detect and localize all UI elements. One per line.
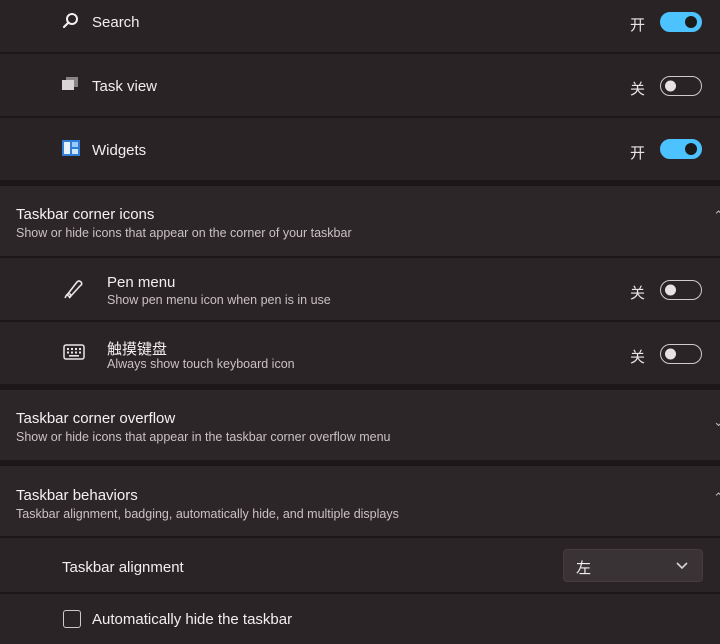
section-description: Taskbar alignment, badging, automaticall… (16, 507, 399, 521)
widgets-icon (62, 140, 80, 156)
section-title: Taskbar behaviors (16, 487, 138, 504)
touch-keyboard-description: Always show touch keyboard icon (107, 357, 295, 371)
taskbar-alignment-dropdown[interactable]: 左 (563, 549, 703, 582)
pen-menu-setting-row: Pen menu Show pen menu icon when pen is … (0, 258, 720, 320)
pen-menu-toggle[interactable] (660, 280, 702, 300)
taskbar-corner-overflow-section[interactable]: Taskbar corner overflow Show or hide ico… (0, 390, 720, 460)
widgets-toggle[interactable] (660, 139, 702, 159)
autohide-label[interactable]: Automatically hide the taskbar (92, 611, 292, 628)
chevron-down-icon[interactable]: ⌄ (713, 414, 720, 430)
search-label: Search (92, 14, 140, 31)
task-view-setting-row: Task view 关 (0, 54, 720, 116)
widgets-label: Widgets (92, 142, 147, 159)
touch-keyboard-toggle[interactable] (660, 344, 702, 364)
search-icon (62, 13, 78, 29)
task-view-label: Task view (92, 78, 158, 95)
section-title: Taskbar corner overflow (16, 410, 176, 427)
widgets-setting-row: Widgets 开 (0, 118, 720, 180)
taskbar-alignment-label: Taskbar alignment (62, 559, 184, 576)
search-toggle[interactable] (660, 12, 702, 32)
dropdown-value: 左 (576, 560, 592, 577)
search-state-text: 开 (630, 17, 646, 34)
task-view-toggle[interactable] (660, 76, 702, 96)
autohide-row: Automatically hide the taskbar (0, 594, 720, 644)
task-view-icon (62, 77, 78, 90)
keyboard-icon (63, 344, 85, 360)
taskbar-behaviors-section[interactable]: Taskbar behaviors Taskbar alignment, bad… (0, 466, 720, 536)
pen-menu-state-text: 关 (630, 285, 646, 302)
touch-keyboard-setting-row: 触摸键盘 Always show touch keyboard icon 关 (0, 322, 720, 384)
chevron-up-icon[interactable]: ⌃ (713, 490, 720, 506)
section-description: Show or hide icons that appear on the co… (16, 226, 352, 240)
touch-keyboard-state-text: 关 (630, 349, 646, 366)
autohide-checkbox[interactable] (63, 610, 81, 628)
pen-menu-description: Show pen menu icon when pen is in use (107, 293, 331, 307)
pen-menu-label: Pen menu (107, 274, 176, 291)
chevron-down-icon (676, 562, 688, 570)
widgets-state-text: 开 (630, 145, 646, 162)
touch-keyboard-label: 触摸键盘 (107, 341, 168, 358)
chevron-up-icon[interactable]: ⌃ (713, 208, 720, 224)
section-title: Taskbar corner icons (16, 206, 155, 223)
pen-icon (64, 280, 83, 299)
task-view-state-text: 关 (630, 81, 646, 98)
section-description: Show or hide icons that appear in the ta… (16, 430, 391, 444)
taskbar-corner-icons-section[interactable]: Taskbar corner icons Show or hide icons … (0, 186, 720, 256)
search-setting-row: Search 开 (0, 0, 720, 52)
